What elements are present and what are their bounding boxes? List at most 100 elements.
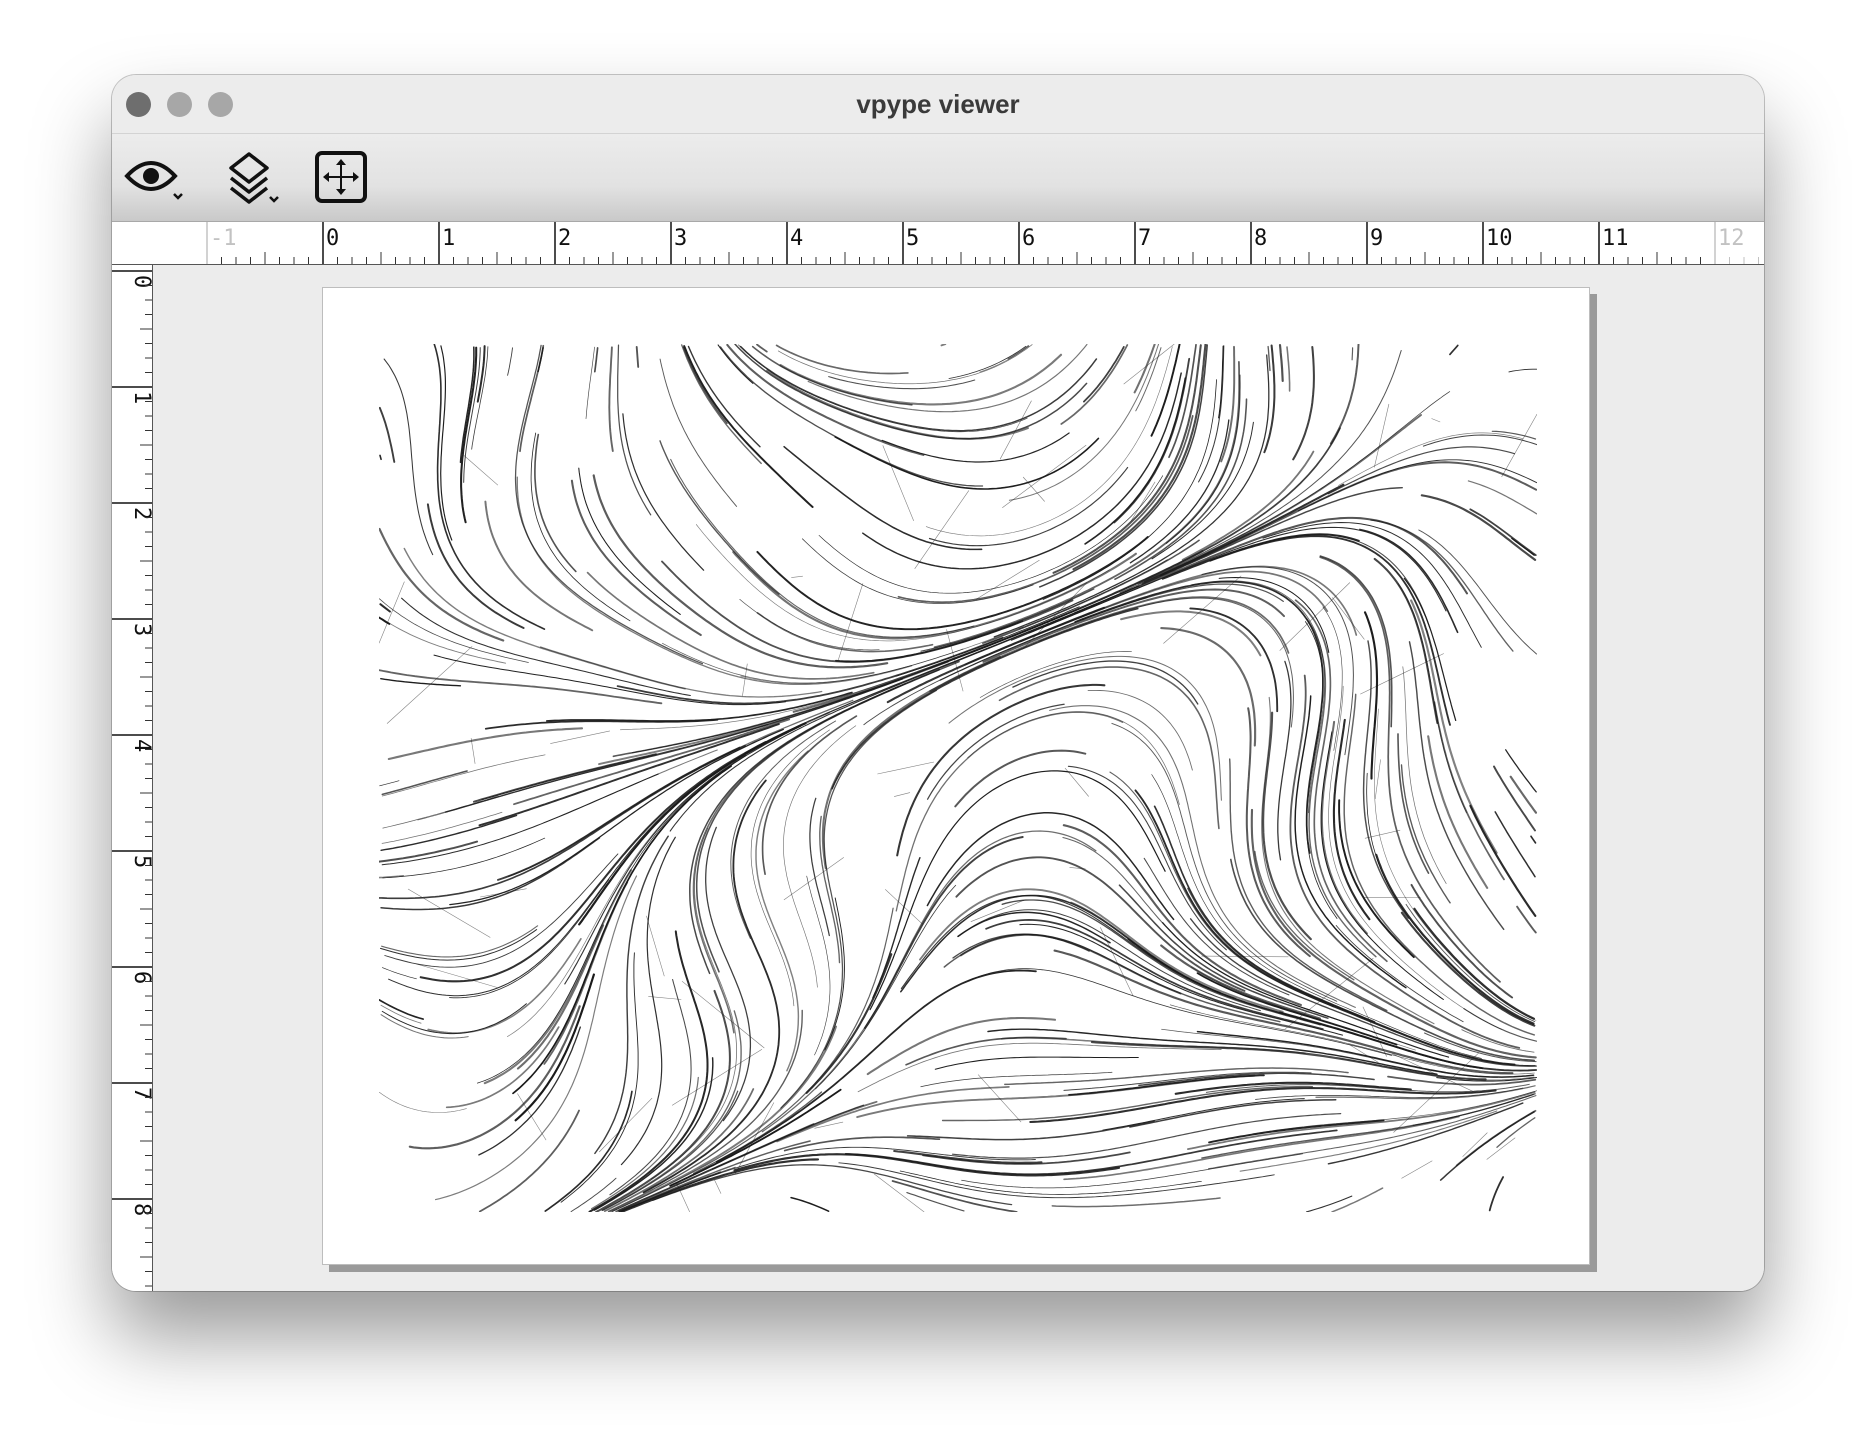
travel-segment	[1431, 418, 1441, 423]
flow-line	[1187, 1091, 1536, 1150]
flow-line	[1239, 1110, 1498, 1172]
viewer-window: vpype viewer in -1	[112, 75, 1764, 1291]
flow-line	[379, 1091, 467, 1113]
flow-line	[790, 1196, 830, 1212]
view-options-button[interactable]	[124, 134, 194, 221]
travel-segment	[407, 888, 491, 938]
travel-segment	[1374, 403, 1390, 468]
flow-line	[1286, 346, 1291, 392]
flow-line	[1008, 344, 1160, 501]
flow-line	[379, 454, 382, 461]
flow-line	[1410, 599, 1498, 854]
flow-line	[1359, 528, 1459, 634]
horizontal-ruler: -1 0 1 2 3 4 5 6 7 8 9 10 11 12	[112, 222, 1764, 265]
plot-drawing	[379, 344, 1537, 1212]
flow-line	[993, 354, 1270, 638]
horizontal-ruler-label: 11	[1602, 226, 1629, 251]
flow-line	[1338, 799, 1415, 959]
flow-line	[919, 888, 1284, 1013]
fit-to-page-button[interactable]	[314, 134, 384, 221]
travel-segment	[416, 963, 498, 988]
flow-line	[900, 894, 1221, 994]
travel-segment	[783, 857, 844, 901]
vertical-ruler-label: 6	[129, 971, 152, 984]
flow-line	[661, 560, 1074, 663]
flow-line	[802, 538, 1034, 604]
flow-line	[1201, 566, 1354, 756]
horizontal-ruler-label: 10	[1486, 226, 1513, 251]
travel-segment	[379, 581, 405, 644]
travel-segment	[463, 455, 499, 486]
flow-line	[622, 413, 705, 571]
flow-line	[776, 1086, 1010, 1143]
flow-line	[934, 1056, 1139, 1070]
flow-line	[384, 853, 619, 968]
travel-segment	[1279, 582, 1351, 651]
flow-line	[1331, 1187, 1384, 1212]
flow-line	[608, 346, 614, 452]
flow-line	[387, 727, 584, 761]
flow-line	[1508, 368, 1537, 373]
flow-line	[959, 933, 1182, 995]
horizontal-ruler-label: 1	[442, 226, 455, 251]
horizontal-ruler-label: 12	[1718, 226, 1745, 251]
flow-line	[585, 346, 595, 419]
flow-line	[381, 925, 539, 958]
flow-line	[1267, 345, 1271, 372]
flow-line	[592, 474, 889, 669]
flow-line	[780, 689, 938, 1109]
flow-line	[379, 929, 538, 961]
flow-line	[433, 344, 546, 630]
flow-line	[1449, 344, 1459, 356]
travel-segment	[550, 730, 610, 744]
flow-line	[383, 358, 434, 556]
flow-line	[806, 875, 831, 1056]
flow-line	[381, 770, 468, 796]
flow-line	[1402, 666, 1447, 884]
horizontal-ruler-label: 5	[906, 226, 919, 251]
flow-line	[1505, 749, 1537, 793]
flow-line	[477, 725, 802, 1084]
flow-line	[756, 536, 1149, 631]
flow-line	[593, 347, 599, 373]
horizontal-ruler-label: 9	[1370, 226, 1383, 251]
travel-segment	[1486, 1137, 1516, 1160]
travel-segment	[470, 738, 476, 764]
flow-line	[1410, 883, 1514, 999]
flow-line	[1469, 508, 1537, 556]
flow-line	[1083, 346, 1125, 403]
title-bar: vpype viewer	[112, 75, 1764, 134]
flow-line	[1278, 344, 1284, 382]
flow-lines	[379, 344, 1537, 1212]
horizontal-ruler-label: -1	[210, 226, 237, 251]
travel-segment	[1392, 1053, 1476, 1093]
flow-line	[734, 344, 1088, 440]
flow-line	[1119, 391, 1451, 594]
flow-line	[961, 1153, 1303, 1189]
toolbar	[112, 134, 1764, 222]
flow-line	[687, 345, 761, 448]
flow-line	[1405, 903, 1536, 1023]
flow-line	[381, 618, 507, 664]
window-title: vpype viewer	[856, 89, 1020, 119]
flow-line	[775, 344, 909, 375]
flow-line	[897, 415, 1194, 604]
flow-line	[1319, 555, 1393, 728]
travel-segment	[386, 646, 473, 724]
flow-line	[807, 344, 1088, 413]
flow-line	[719, 346, 984, 487]
flow-line	[1315, 1085, 1536, 1100]
flow-line	[1329, 344, 1360, 445]
layers-menu-button[interactable]	[225, 134, 295, 221]
flow-line	[905, 1036, 1067, 1066]
flow-line	[896, 683, 1106, 857]
flow-line	[516, 924, 605, 1070]
flow-line	[484, 718, 719, 730]
horizontal-ruler-label: 0	[326, 226, 339, 251]
flow-line	[1297, 459, 1537, 512]
drawing-canvas[interactable]	[153, 265, 1764, 1291]
vertical-ruler-label: 8	[129, 1203, 152, 1216]
vertical-ruler-label: 2	[129, 507, 152, 520]
flow-line	[1218, 576, 1330, 653]
flow-line	[1262, 522, 1482, 648]
